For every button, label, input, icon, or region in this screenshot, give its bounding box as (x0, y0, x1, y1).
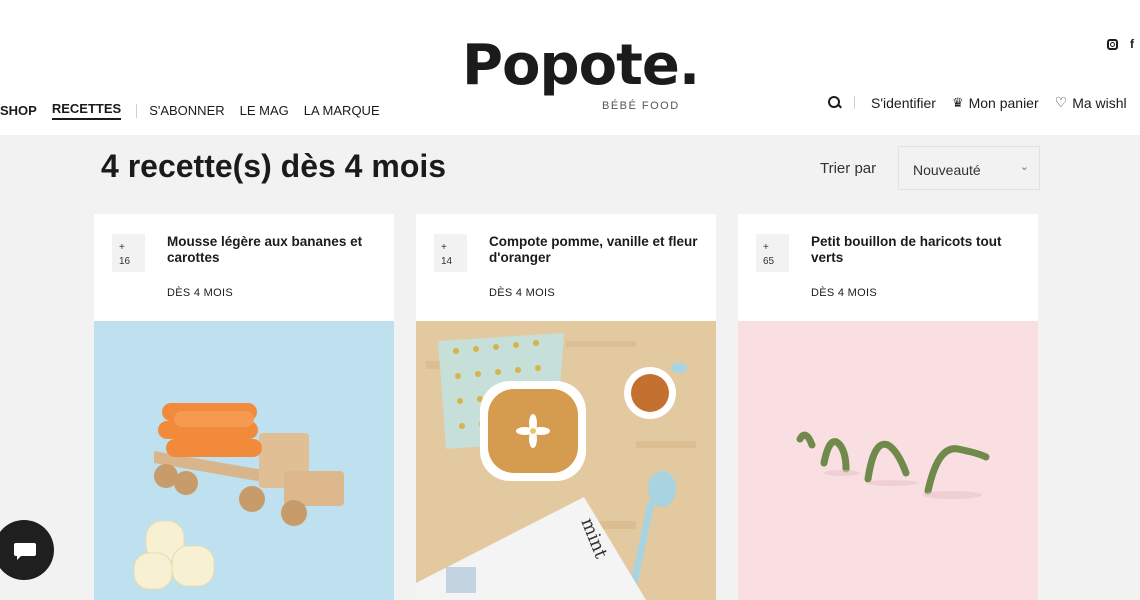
sort-select[interactable]: Nouveauté ⌄ (898, 146, 1040, 190)
chat-icon (14, 543, 36, 560)
recipe-age: DÈS 4 MOIS (489, 287, 555, 299)
likes-count: 65 (763, 256, 775, 267)
social-links: f (1107, 37, 1134, 51)
nav-divider (136, 103, 138, 118)
search-icon[interactable] (828, 95, 842, 110)
nav-la-marque[interactable]: LA MARQUE (304, 103, 380, 118)
site-logo[interactable]: Popote. BÉBÉ FOOD (462, 36, 700, 116)
facebook-icon[interactable]: f (1130, 37, 1134, 51)
banana-truck-photo (94, 321, 394, 600)
likes-badge[interactable]: + 14 (434, 234, 467, 272)
sort-label: Trier par (820, 160, 877, 177)
likes-badge[interactable]: + 16 (112, 234, 145, 272)
compote-photo: mint (416, 321, 716, 600)
heart-icon: ♡ (1054, 94, 1068, 110)
logo-wordmark: Popote. (462, 33, 700, 98)
recipe-title[interactable]: Mousse légère aux bananes et carottes (167, 234, 377, 266)
wishlist-link[interactable]: ♡ Ma wishl (1055, 94, 1127, 111)
likes-count: 16 (119, 256, 131, 267)
basket-icon: ♛ (951, 94, 964, 110)
user-nav-divider (854, 96, 855, 109)
chevron-down-icon: ⌄ (1019, 161, 1029, 173)
recipe-title[interactable]: Compote pomme, vanille et fleur d'orange… (489, 234, 699, 266)
recipe-image[interactable] (94, 321, 394, 600)
recipe-image[interactable] (738, 321, 1038, 600)
likes-plus: + (119, 242, 125, 253)
login-label: S'identifier (871, 94, 936, 111)
nav-shop[interactable]: SHOP (0, 103, 37, 118)
cart-link[interactable]: ♛ Mon panier (952, 95, 1039, 111)
recipe-image[interactable]: mint (416, 321, 716, 600)
sort-selected-value: Nouveauté (913, 162, 981, 178)
recipe-card[interactable]: + 16 Mousse légère aux bananes et carott… (94, 214, 394, 600)
likes-plus: + (441, 242, 447, 253)
login-link[interactable]: S'identifier (871, 95, 936, 111)
main-nav: SHOP RECETTES S'ABONNER LE MAG LA MARQUE (0, 101, 395, 120)
likes-count: 14 (441, 256, 453, 267)
recipe-card[interactable]: + 14 Compote pomme, vanille et fleur d'o… (416, 214, 716, 600)
user-nav: S'identifier ♛ Mon panier ♡ Ma wishl (828, 94, 1140, 111)
nav-recettes[interactable]: RECETTES (51, 101, 122, 120)
cart-label: Mon panier (968, 94, 1039, 111)
recipe-card[interactable]: + 65 Petit bouillon de haricots tout ver… (738, 214, 1038, 600)
nav-sabonner[interactable]: S'ABONNER (149, 103, 224, 118)
green-beans-photo (738, 321, 1038, 600)
wishlist-label: Ma wishl (1072, 94, 1127, 111)
recipe-title[interactable]: Petit bouillon de haricots tout verts (811, 234, 1021, 266)
chat-button[interactable] (0, 520, 54, 580)
likes-badge[interactable]: + 65 (756, 234, 789, 272)
logo-tagline: BÉBÉ FOOD (602, 100, 680, 112)
site-header: SHOP RECETTES S'ABONNER LE MAG LA MARQUE… (0, 0, 1140, 135)
recipe-age: DÈS 4 MOIS (811, 287, 877, 299)
recipe-age: DÈS 4 MOIS (167, 287, 233, 299)
nav-le-mag[interactable]: LE MAG (240, 103, 289, 118)
likes-plus: + (763, 242, 769, 253)
instagram-icon[interactable] (1107, 38, 1118, 50)
page-title: 4 recette(s) dès 4 mois (101, 148, 447, 184)
